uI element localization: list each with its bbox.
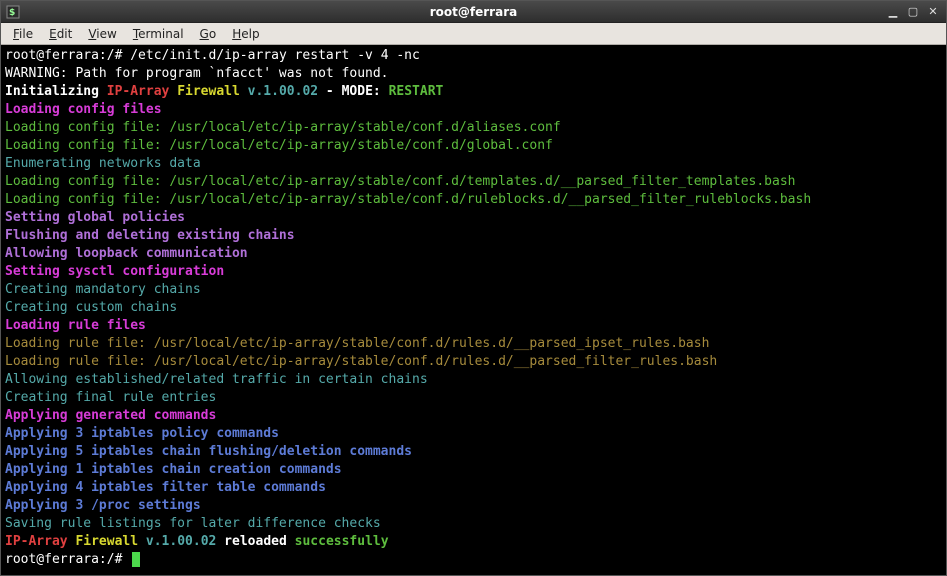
section-header: Loading config files xyxy=(5,102,162,117)
section-header: Applying generated commands xyxy=(5,408,216,423)
terminal-window: $ root@ferrara ▁ ▢ ✕ File Edit View Term… xyxy=(0,0,947,576)
menubar: File Edit View Terminal Go Help xyxy=(1,23,946,45)
window-title: root@ferrara xyxy=(1,5,946,19)
menu-view[interactable]: View xyxy=(82,25,122,43)
status-line: Enumerating networks data xyxy=(5,156,201,171)
maximize-button[interactable]: ▢ xyxy=(906,5,920,19)
minimize-button[interactable]: ▁ xyxy=(886,5,900,19)
menu-help[interactable]: Help xyxy=(226,25,265,43)
init-fw: Firewall xyxy=(169,84,239,99)
init-prefix: Initializing xyxy=(5,84,107,99)
status-line: Flushing and deleting existing chains xyxy=(5,228,295,243)
svg-text:$: $ xyxy=(9,8,15,18)
status-line: Allowing loopback communication xyxy=(5,246,248,261)
command-text: /etc/init.d/ip-array restart -v 4 -nc xyxy=(130,48,420,63)
status-line: Creating custom chains xyxy=(5,300,177,315)
terminal-output[interactable]: root@ferrara:/# /etc/init.d/ip-array res… xyxy=(1,45,946,575)
rule-line: Loading rule file: /usr/local/etc/ip-arr… xyxy=(5,336,709,351)
final-reloaded: reloaded xyxy=(216,534,294,549)
cursor-block xyxy=(132,552,140,567)
status-line: Allowing established/related traffic in … xyxy=(5,372,428,387)
status-line: Creating final rule entries xyxy=(5,390,216,405)
config-line: Loading config file: /usr/local/etc/ip-a… xyxy=(5,138,553,153)
init-restart: RESTART xyxy=(389,84,444,99)
prompt: root@ferrara:/# xyxy=(5,48,130,63)
status-line: Setting global policies xyxy=(5,210,185,225)
menu-go[interactable]: Go xyxy=(194,25,223,43)
titlebar[interactable]: $ root@ferrara ▁ ▢ ✕ xyxy=(1,1,946,23)
window-controls: ▁ ▢ ✕ xyxy=(886,5,946,19)
final-ip: IP-Array xyxy=(5,534,68,549)
apply-line: Applying 3 iptables policy commands xyxy=(5,426,279,441)
config-line: Loading config file: /usr/local/etc/ip-a… xyxy=(5,192,811,207)
status-line: Saving rule listings for later differenc… xyxy=(5,516,381,531)
section-header: Loading rule files xyxy=(5,318,146,333)
final-success: successfully xyxy=(295,534,389,549)
prompt: root@ferrara:/# xyxy=(5,552,130,567)
menu-terminal[interactable]: Terminal xyxy=(127,25,190,43)
apply-line: Applying 4 iptables filter table command… xyxy=(5,480,326,495)
apply-line: Applying 5 iptables chain flushing/delet… xyxy=(5,444,412,459)
init-ip: IP-Array xyxy=(107,84,170,99)
final-ver: v.1.00.02 xyxy=(138,534,216,549)
apply-line: Applying 3 /proc settings xyxy=(5,498,201,513)
app-icon: $ xyxy=(5,4,21,20)
section-header: Setting sysctl configuration xyxy=(5,264,224,279)
init-ver: v.1.00.02 xyxy=(240,84,318,99)
final-fw: Firewall xyxy=(68,534,138,549)
config-line: Loading config file: /usr/local/etc/ip-a… xyxy=(5,120,561,135)
init-mode: - MODE: xyxy=(318,84,388,99)
menu-file[interactable]: File xyxy=(7,25,39,43)
menu-edit[interactable]: Edit xyxy=(43,25,78,43)
config-line: Loading config file: /usr/local/etc/ip-a… xyxy=(5,174,796,189)
apply-line: Applying 1 iptables chain creation comma… xyxy=(5,462,342,477)
status-line: Creating mandatory chains xyxy=(5,282,201,297)
rule-line: Loading rule file: /usr/local/etc/ip-arr… xyxy=(5,354,717,369)
warning-line: WARNING: Path for program `nfacct' was n… xyxy=(5,66,389,81)
close-button[interactable]: ✕ xyxy=(926,5,940,19)
